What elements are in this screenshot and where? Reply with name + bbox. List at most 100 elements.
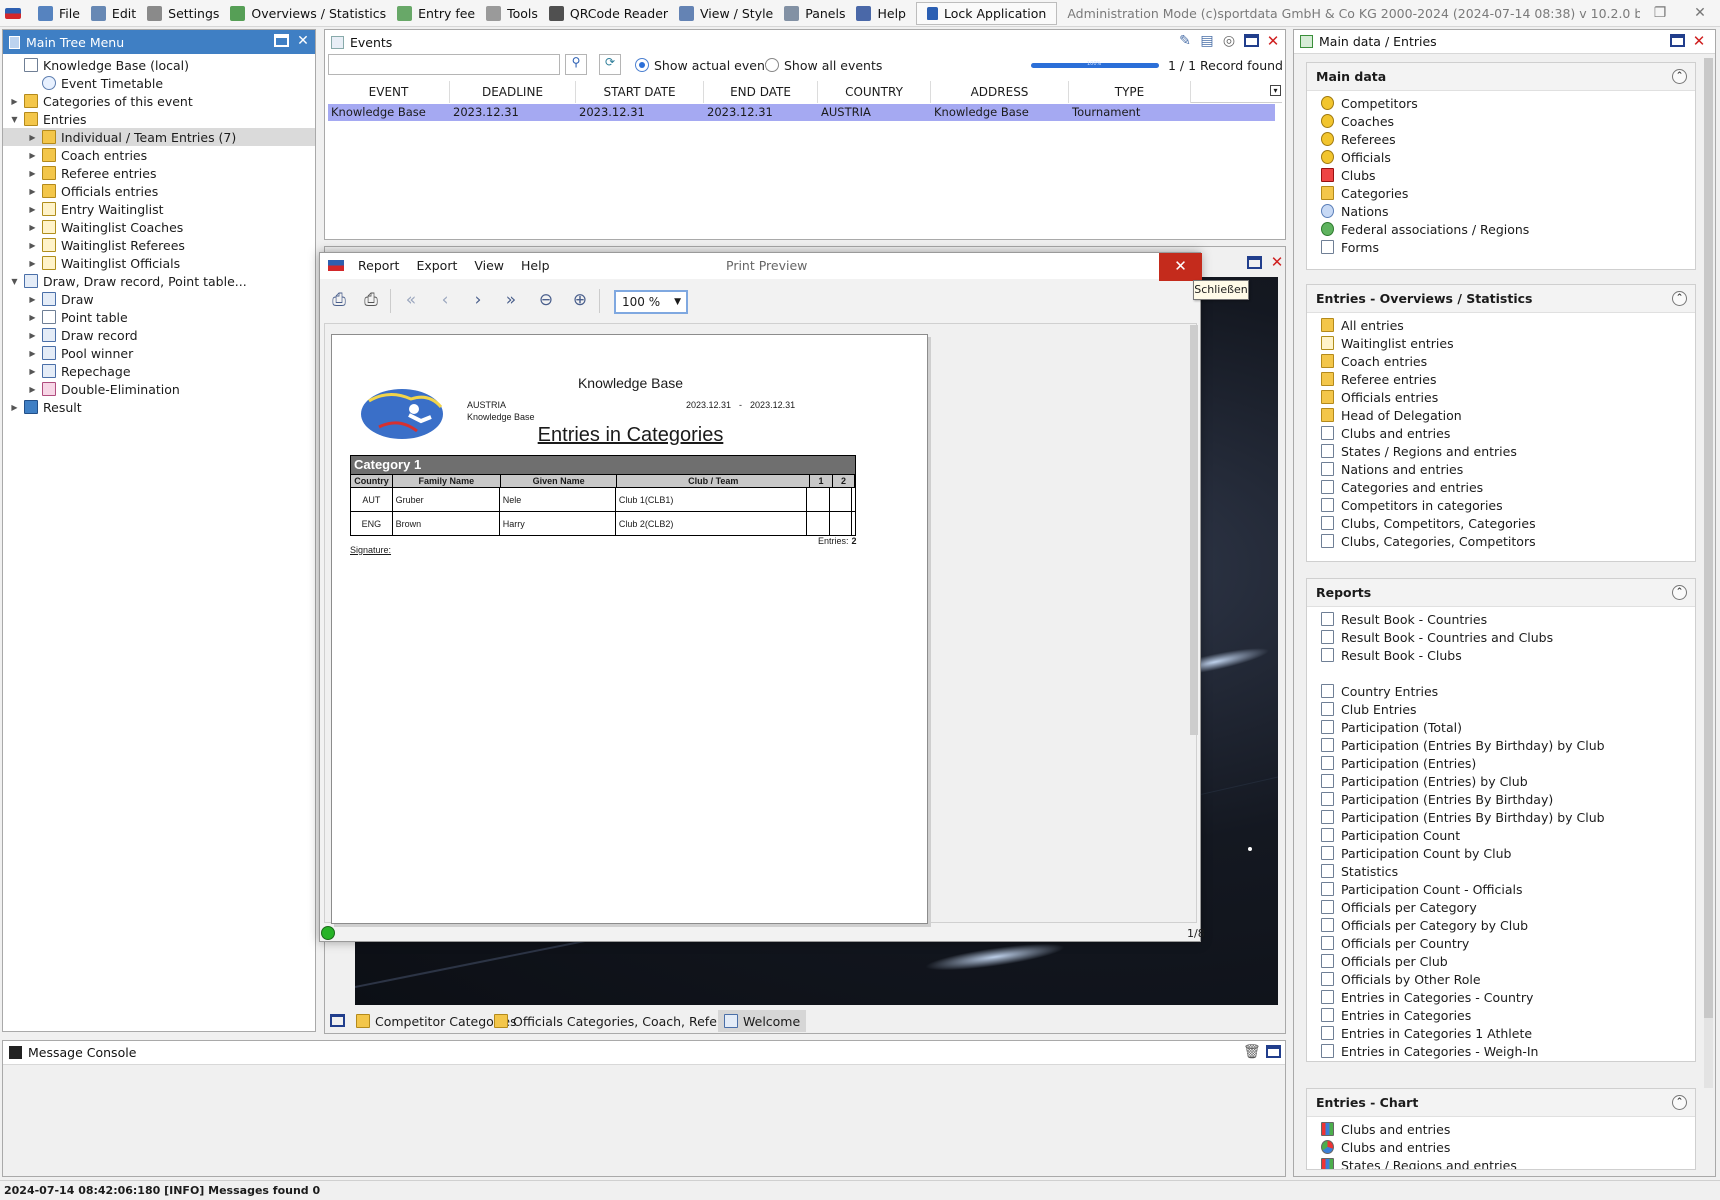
collapse-section-icon[interactable]: ⌃	[1672, 291, 1687, 306]
close-window-icon[interactable]: ✕	[1680, 5, 1720, 21]
list-item[interactable]: Statistics	[1307, 862, 1695, 880]
list-item[interactable]: Referees	[1307, 130, 1695, 148]
expand-icon[interactable]: ▶	[28, 241, 37, 250]
search-icon[interactable]: ⚲	[565, 54, 587, 75]
refresh-icon[interactable]: ◎	[1221, 34, 1237, 49]
list-item[interactable]: Coach entries	[1307, 352, 1695, 370]
tree-item[interactable]: ▶ Repechage	[3, 362, 315, 380]
tree-item[interactable]: ▶ Draw	[3, 290, 315, 308]
list-item[interactable]: Entries in Categories	[1307, 1006, 1695, 1024]
column-header[interactable]: START DATE	[576, 81, 704, 103]
close-welcome-panel-button[interactable]: ✕	[1269, 255, 1285, 270]
last-page-icon[interactable]: »	[498, 287, 524, 313]
maximize-tree-panel-button[interactable]	[274, 34, 289, 47]
right-panel-scrollbar[interactable]	[1704, 58, 1713, 1088]
trash-icon[interactable]: 🗑	[1243, 1045, 1261, 1060]
list-item[interactable]: All entries	[1307, 316, 1695, 334]
list-item[interactable]: Result Book - Countries and Clubs	[1307, 628, 1695, 646]
collapse-section-icon[interactable]: ⌃	[1672, 1095, 1687, 1110]
tree-item[interactable]: ▶ Referee entries	[3, 164, 315, 182]
close-tree-panel-button[interactable]: ✕	[295, 34, 311, 49]
tree-item[interactable]: ▶ Pool winner	[3, 344, 315, 362]
menu-settings[interactable]: Settings	[142, 1, 225, 26]
close-main-data-button[interactable]: ✕	[1691, 34, 1707, 49]
list-item[interactable]: Entries in Categories - Weigh-In	[1307, 1042, 1695, 1060]
section-header[interactable]: Reports ⌃	[1307, 579, 1695, 607]
menu-entry-fee[interactable]: Entry fee	[392, 1, 481, 26]
preview-menu-help[interactable]: Help	[521, 258, 550, 273]
column-header[interactable]: EVENT	[328, 81, 450, 103]
preview-scrollbar[interactable]	[1190, 325, 1198, 735]
tree-item[interactable]: ▶ Draw record	[3, 326, 315, 344]
event-search-field[interactable]	[329, 55, 559, 74]
list-item[interactable]: Nations and entries	[1307, 460, 1695, 478]
list-item[interactable]: Clubs, Competitors, Categories	[1307, 514, 1695, 532]
menu-file[interactable]: File	[33, 1, 86, 26]
list-item[interactable]: Participation (Total)	[1307, 718, 1695, 736]
tree-item[interactable]: ▶ Point table	[3, 308, 315, 326]
tree-item[interactable]: ▼ Entries	[3, 110, 315, 128]
list-item[interactable]: Categories and entries	[1307, 478, 1695, 496]
preview-menu-report[interactable]: Report	[358, 258, 399, 273]
collapse-icon[interactable]: ▼	[10, 277, 19, 286]
column-header[interactable]: TYPE	[1069, 81, 1191, 103]
menu-tools[interactable]: Tools	[481, 1, 544, 26]
section-header[interactable]: Entries - Chart ⌃	[1307, 1089, 1695, 1117]
list-item[interactable]: Officials per Club	[1307, 952, 1695, 970]
list-item[interactable]: Referee entries	[1307, 370, 1695, 388]
tree-item[interactable]: ▶ Entry Waitinglist	[3, 200, 315, 218]
zoom-in-icon[interactable]: ⊕	[567, 287, 593, 313]
tree-item[interactable]: ▶ Waitinglist Referees	[3, 236, 315, 254]
column-header[interactable]: COUNTRY	[818, 81, 931, 103]
first-page-icon[interactable]: «	[398, 287, 424, 313]
expand-icon[interactable]: ▶	[28, 313, 37, 322]
list-item[interactable]: Participation (Entries)	[1307, 754, 1695, 772]
expand-icon[interactable]: ▶	[28, 367, 37, 376]
section-header[interactable]: Main data ⌃	[1307, 63, 1695, 91]
tree-item[interactable]: Event Timetable	[3, 74, 315, 92]
tree-item[interactable]: ▶ Double-Elimination	[3, 380, 315, 398]
preview-menu-export[interactable]: Export	[416, 258, 457, 273]
tree-item[interactable]: ▶ Individual / Team Entries (7)	[3, 128, 315, 146]
expand-icon[interactable]: ▶	[28, 349, 37, 358]
list-item[interactable]: States / Regions and entries	[1307, 1156, 1695, 1169]
column-header[interactable]: ADDRESS	[931, 81, 1069, 103]
list-item[interactable]: Clubs and entries	[1307, 1120, 1695, 1138]
expand-icon[interactable]: ▶	[28, 169, 37, 178]
tree-item[interactable]: ▶ Waitinglist Officials	[3, 254, 315, 272]
menu-view-style[interactable]: View / Style	[674, 1, 779, 26]
list-item[interactable]: Competitors in categories	[1307, 496, 1695, 514]
list-item[interactable]: Coaches	[1307, 112, 1695, 130]
lock-application-button[interactable]: Lock Application	[915, 1, 1058, 25]
section-header[interactable]: Entries - Overviews / Statistics ⌃	[1307, 285, 1695, 313]
list-item[interactable]: Competitors	[1307, 94, 1695, 112]
list-item[interactable]: Entries in Categories - Country	[1307, 988, 1695, 1006]
events-table-row[interactable]: Knowledge Base 2023.12.31 2023.12.31 2023.1…	[328, 104, 1275, 121]
collapse-section-icon[interactable]: ⌃	[1672, 585, 1687, 600]
list-item[interactable]: Result Book - Clubs	[1307, 646, 1695, 664]
zoom-select[interactable]: 100 % ▼	[614, 290, 688, 314]
maximize-welcome-panel-button[interactable]	[1247, 256, 1262, 269]
close-events-panel-button[interactable]: ✕	[1265, 34, 1281, 49]
expand-icon[interactable]: ▶	[28, 187, 37, 196]
tab-window-icon[interactable]	[330, 1014, 345, 1027]
list-item[interactable]: Federal associations / Regions	[1307, 220, 1695, 238]
radio-actual-events[interactable]	[635, 58, 649, 72]
expand-icon[interactable]: ▶	[28, 385, 37, 394]
column-chooser-icon[interactable]: ▾	[1270, 85, 1281, 96]
print-setup-icon[interactable]: ⎙	[326, 287, 352, 313]
tree-item[interactable]: ▶ Waitinglist Coaches	[3, 218, 315, 236]
list-item[interactable]: Clubs	[1307, 166, 1695, 184]
menu-edit[interactable]: Edit	[86, 1, 142, 26]
event-search-input[interactable]	[328, 54, 560, 75]
tree-item[interactable]: Knowledge Base (local)	[3, 56, 315, 74]
sync-icon[interactable]: ⟳	[599, 54, 621, 75]
list-item[interactable]: Categories	[1307, 184, 1695, 202]
menu-help[interactable]: Help	[851, 1, 912, 26]
list-item[interactable]: Club Entries	[1307, 700, 1695, 718]
expand-icon[interactable]: ▶	[28, 259, 37, 268]
list-item[interactable]: Officials entries	[1307, 388, 1695, 406]
list-item[interactable]: Officials	[1307, 148, 1695, 166]
expand-icon[interactable]: ▶	[28, 133, 37, 142]
list-item[interactable]: Participation Count - Officials	[1307, 880, 1695, 898]
